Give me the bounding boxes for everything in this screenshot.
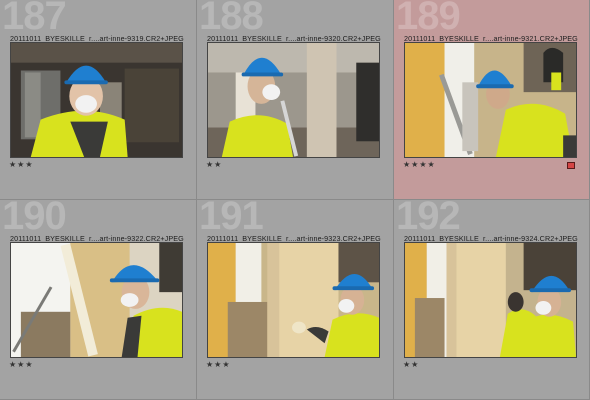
photo-cell-selected[interactable]: 189 20111011_BYESKILLE_r....art-inne-932… — [394, 0, 590, 200]
photo-cell[interactable]: 191 20111011_BYESKILLE_r....art-inne-932… — [197, 200, 394, 400]
photo-cell[interactable]: 187 20111011_BYESKILLE_r....art-inne-931… — [0, 0, 197, 200]
star-rating[interactable]: ★★★ — [9, 160, 34, 169]
photo-thumbnail[interactable] — [10, 42, 183, 158]
photo-grid: 187 20111011_BYESKILLE_r....art-inne-931… — [0, 0, 590, 400]
photo-thumbnail[interactable] — [404, 42, 577, 158]
photo-cell[interactable]: 188 20111011_BYESKILLE_r....art-inne-932… — [197, 0, 394, 200]
photo-cell[interactable]: 190 20111011_BYESKILLE_r....art-inne-932… — [0, 200, 197, 400]
flag-icon[interactable] — [567, 162, 575, 169]
star-rating[interactable]: ★★ — [206, 160, 222, 169]
star-rating[interactable]: ★★★★ — [403, 160, 436, 169]
photo-thumbnail[interactable] — [207, 42, 380, 158]
photo-cell[interactable]: 192 20111011_BYESKILLE_r....art-inne-932… — [394, 200, 590, 400]
photo-thumbnail[interactable] — [207, 242, 380, 358]
photo-thumbnail[interactable] — [10, 242, 183, 358]
star-rating[interactable]: ★★★ — [206, 360, 231, 369]
photo-thumbnail[interactable] — [404, 242, 577, 358]
star-rating[interactable]: ★★★ — [9, 360, 34, 369]
star-rating[interactable]: ★★ — [403, 360, 419, 369]
